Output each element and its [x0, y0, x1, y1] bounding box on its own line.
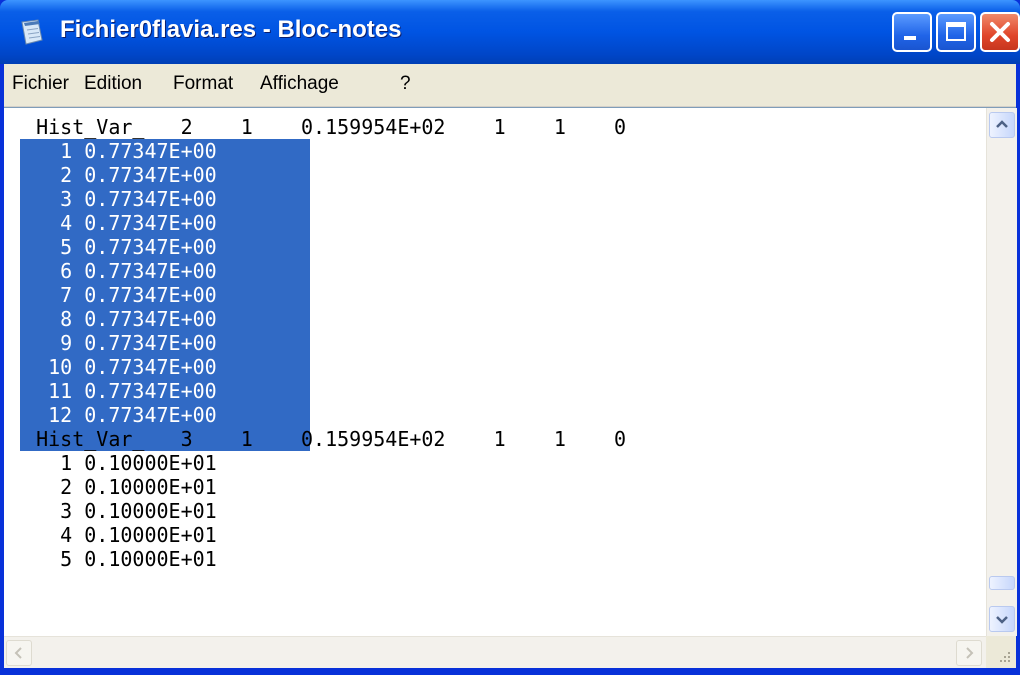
- menu-affichage[interactable]: Affichage: [260, 73, 339, 95]
- menu-help[interactable]: ?: [400, 73, 411, 95]
- text-area[interactable]: Hist_Var_ 2 1 0.159954E+02 1 1 0 1 0.773…: [4, 108, 986, 636]
- close-icon: [990, 22, 1010, 42]
- text-line: 3 0.77347E+00: [12, 187, 217, 211]
- text-line: 9 0.77347E+00: [12, 331, 217, 355]
- notepad-window: Fichier0flavia.res - Bloc-notes Fichier …: [0, 0, 1020, 676]
- window-frame-bottom: [0, 668, 1020, 675]
- minimize-icon: [904, 36, 916, 40]
- text-line: 6 0.77347E+00: [12, 259, 217, 283]
- text-line: Hist_Var_ 3 1 0.159954E+02 1 1 0: [12, 427, 627, 451]
- maximize-button[interactable]: [936, 12, 976, 52]
- close-button[interactable]: [980, 12, 1020, 52]
- text-line: 11 0.77347E+00: [12, 379, 217, 403]
- scroll-right-button[interactable]: [956, 640, 982, 666]
- horizontal-scrollbar[interactable]: [4, 636, 986, 669]
- text-line: 1 0.10000E+01: [12, 451, 217, 475]
- menu-fichier[interactable]: Fichier: [12, 73, 69, 95]
- text-line: 1 0.77347E+00: [12, 139, 217, 163]
- text-line: 5 0.77347E+00: [12, 235, 217, 259]
- vertical-scrollbar[interactable]: [986, 108, 1017, 636]
- text-line: 5 0.10000E+01: [12, 547, 217, 571]
- window-title: Fichier0flavia.res - Bloc-notes: [60, 16, 402, 43]
- text-line: 7 0.77347E+00: [12, 283, 217, 307]
- text-line: 2 0.77347E+00: [12, 163, 217, 187]
- arrow-left-icon: [14, 647, 22, 659]
- arrow-up-icon: [996, 120, 1008, 128]
- menu-bar: Fichier Edition Format Affichage ?: [4, 64, 1016, 107]
- scroll-up-button[interactable]: [989, 112, 1015, 138]
- maximize-icon: [946, 22, 966, 41]
- text-line: Hist_Var_ 2 1 0.159954E+02 1 1 0: [12, 115, 627, 139]
- title-bar[interactable]: Fichier0flavia.res - Bloc-notes: [0, 0, 1020, 64]
- text-line: 3 0.10000E+01: [12, 499, 217, 523]
- text-line: 4 0.10000E+01: [12, 523, 217, 547]
- menu-edition[interactable]: Edition: [84, 73, 142, 95]
- arrow-down-icon: [996, 616, 1008, 624]
- text-line: 4 0.77347E+00: [12, 211, 217, 235]
- scroll-thumb[interactable]: [989, 576, 1015, 590]
- minimize-button[interactable]: [892, 12, 932, 52]
- text-line: 8 0.77347E+00: [12, 307, 217, 331]
- resize-grip-icon: [1000, 652, 1010, 662]
- notepad-icon: [18, 18, 46, 46]
- scroll-left-button[interactable]: [6, 640, 32, 666]
- menu-format[interactable]: Format: [173, 73, 233, 95]
- text-line: 12 0.77347E+00: [12, 403, 217, 427]
- text-line: 10 0.77347E+00: [12, 355, 217, 379]
- scroll-down-button[interactable]: [989, 606, 1015, 632]
- text-editor[interactable]: Hist_Var_ 2 1 0.159954E+02 1 1 0 1 0.773…: [4, 107, 1017, 676]
- arrow-right-icon: [966, 647, 974, 659]
- size-grip[interactable]: [986, 636, 1016, 668]
- text-line: 2 0.10000E+01: [12, 475, 217, 499]
